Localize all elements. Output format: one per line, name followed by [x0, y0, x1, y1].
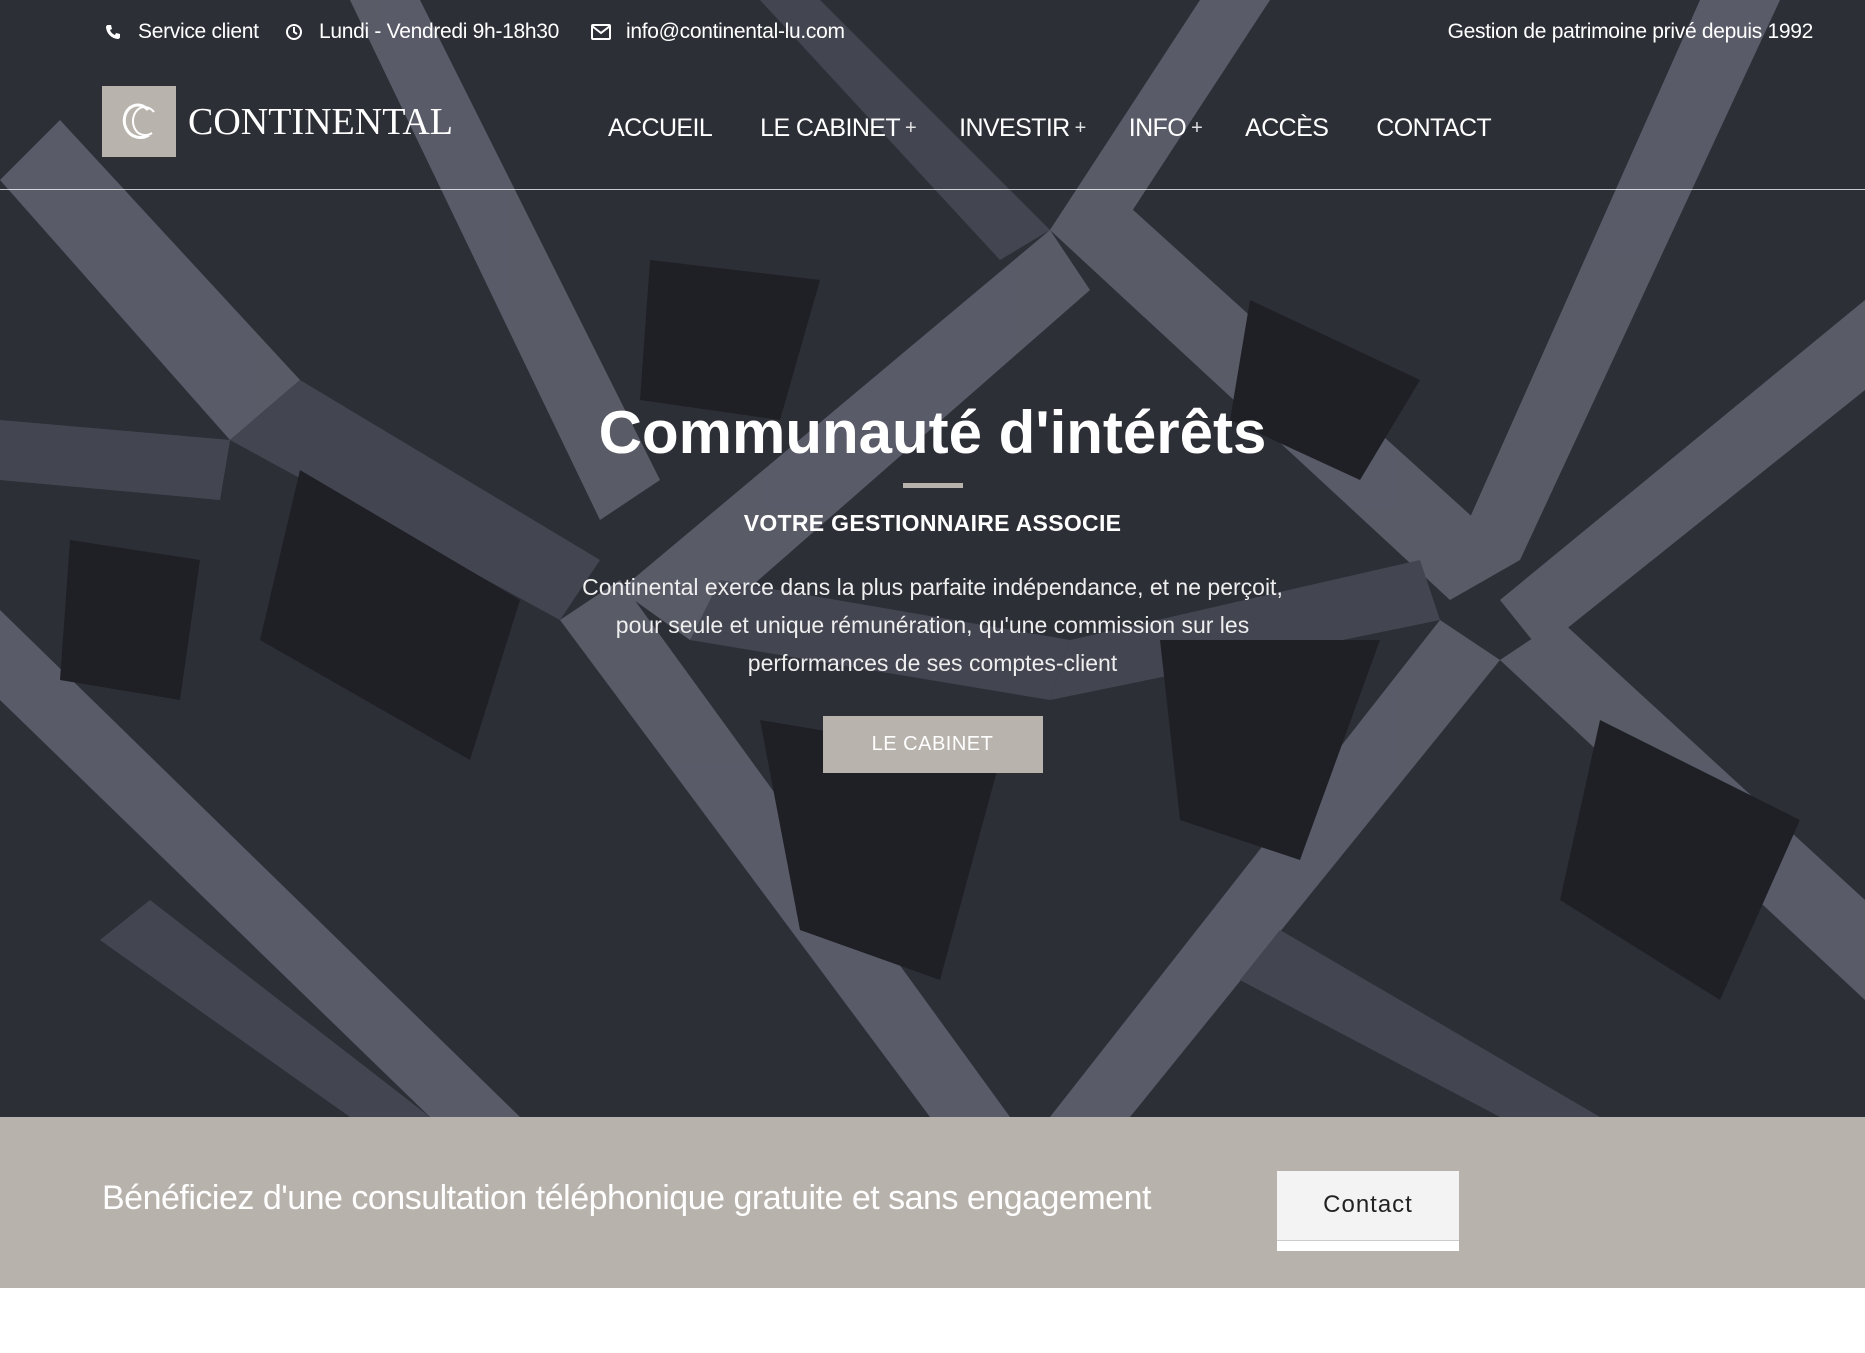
nav-item-accueil[interactable]: ACCUEIL [608, 114, 717, 143]
nav-item-investir[interactable]: INVESTIR + [959, 114, 1086, 143]
nav-plus-icon: + [1191, 117, 1203, 139]
envelope-icon [590, 21, 612, 43]
nav-label: INFO [1128, 114, 1187, 142]
top-info-bar: Service client Lundi - Vendredi 9h-18h30… [0, 0, 1865, 64]
email-label: info@continental-lu.com [626, 20, 845, 43]
contact-button[interactable]: Contact [1277, 1171, 1459, 1251]
clock-icon [283, 21, 305, 43]
consultation-banner: Bénéficiez d'une consultation téléphoniq… [0, 1117, 1865, 1288]
le-cabinet-button[interactable]: LE CABINET [822, 716, 1043, 773]
nav-item-info[interactable]: INFO + [1128, 114, 1203, 143]
nav-item-acces[interactable]: ACCÈS [1245, 114, 1333, 143]
nav-label: LE CABINET [760, 114, 901, 142]
nav-label: INVESTIR [959, 114, 1070, 142]
hero-divider [902, 483, 963, 488]
nav-plus-icon: + [1074, 117, 1087, 139]
service-client-link[interactable]: Service client [102, 20, 259, 44]
hero-title: Communauté d'intérêts [598, 399, 1267, 466]
logo-wordmark: CONTINENTAL [188, 100, 454, 143]
consultation-text: Bénéficiez d'une consultation téléphoniq… [102, 1179, 1151, 1217]
email-link[interactable]: info@continental-lu.com [590, 20, 845, 44]
phone-icon [102, 21, 124, 43]
opening-hours: Lundi - Vendredi 9h-18h30 [283, 20, 559, 44]
hero-subtitle: VOTRE GESTIONNAIRE ASSOCIE [743, 510, 1122, 536]
hero-description: Continental exerce dans la plus parfaite… [582, 574, 1283, 676]
nav-plus-icon: + [905, 117, 917, 139]
nav-label: CONTACT [1376, 114, 1492, 142]
nav-label: ACCUEIL [608, 114, 713, 142]
hero-section: Service client Lundi - Vendredi 9h-18h30… [0, 0, 1865, 1117]
nav-label: ACCÈS [1245, 114, 1329, 142]
hero-content: Communauté d'intérêts VOTRE GESTIONNAIRE… [0, 398, 1865, 773]
tagline: Gestion de patrimoine privé depuis 1992 [1447, 20, 1814, 43]
service-client-label: Service client [138, 20, 259, 43]
nav-item-contact[interactable]: CONTACT [1376, 114, 1496, 143]
site-logo[interactable]: CONTINENTAL [102, 86, 453, 157]
logo-mark-icon [102, 86, 176, 157]
header-divider [0, 189, 1865, 190]
main-navigation: ACCUEIL LE CABINET + INVESTIR + INFO + ACCÈ… [608, 114, 1539, 143]
opening-hours-label: Lundi - Vendredi 9h-18h30 [319, 20, 560, 43]
nav-item-le-cabinet[interactable]: LE CABINET + [760, 114, 917, 143]
